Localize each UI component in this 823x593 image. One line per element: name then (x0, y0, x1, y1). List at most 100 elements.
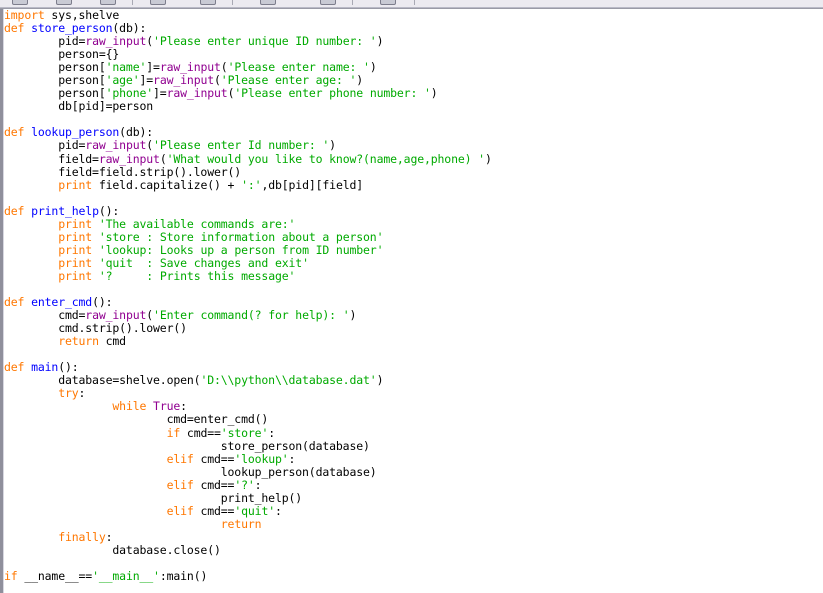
toolbar-separator-3 (352, 0, 353, 5)
code-token-plain: ( (159, 151, 167, 166)
code-line[interactable]: print '? : Prints this message' (4, 269, 492, 283)
code-token-kw: elif (166, 503, 194, 518)
toolbar-button-6[interactable] (260, 0, 276, 5)
code-line[interactable]: db[pid]=person (4, 100, 492, 113)
code-token-str: ':' (241, 177, 262, 192)
code-token-plain: (db): (112, 21, 147, 36)
code-token-str: 'What would you like to know?(name,age,p… (166, 151, 486, 166)
code-token-kw: if (4, 569, 18, 584)
code-token-plain: lookup_person(database) (4, 464, 377, 479)
code-token-bi: raw_input (85, 138, 147, 153)
toolbar-button-8[interactable] (380, 0, 396, 5)
code-token-kw: print (58, 177, 93, 192)
code-token-str: 'Please enter name: ' (227, 60, 370, 75)
code-token-plain: cmd.strip().lower() (4, 321, 187, 336)
code-token-str: 'store : Store information about a perso… (98, 229, 384, 244)
code-token-str: 'Please enter unique ID number: ' (153, 34, 377, 49)
code-token-str: 'name' (105, 60, 147, 75)
code-token-plain: field= (4, 151, 99, 166)
toolbar-separator-2 (232, 0, 233, 5)
code-token-plain: ( (214, 73, 221, 88)
code-token-plain: ) (484, 151, 492, 166)
toolbar-bottom-edge (0, 7, 823, 8)
toolbar-button-5[interactable] (200, 0, 216, 5)
code-token-kw: elif (166, 451, 194, 466)
code-token-def: store_person (31, 21, 113, 36)
code-line[interactable]: print field.capitalize() + ':',db[pid][f… (4, 177, 492, 192)
code-text-area[interactable]: import sys,shelve def store_person(db): p… (4, 9, 823, 593)
code-token-str: '__main__' (92, 569, 160, 584)
code-token-plain: cmd== (193, 451, 235, 466)
code-token-plain: ) (376, 34, 384, 49)
code-token-str: 'Please enter age: ' (220, 73, 357, 88)
code-token-plain: ) (329, 138, 336, 153)
code-token-plain: pid= (4, 34, 86, 49)
code-token-plain: ) (430, 86, 438, 101)
code-token-plain: (): (92, 295, 113, 310)
code-token-plain: : (268, 425, 275, 440)
code-token-kw: print (58, 216, 93, 231)
code-token-plain: ) (349, 308, 357, 323)
code-token-kw: elif (166, 477, 194, 492)
code-token-str: 'lookup: Looks up a person from ID numbe… (98, 242, 384, 257)
code-token-plain: person={} (4, 47, 120, 62)
code-token-str: '?' (234, 477, 255, 492)
toolbar-button-1[interactable] (12, 0, 28, 5)
code-token-kw: return (58, 334, 99, 349)
code-token-plain: (): (98, 203, 120, 218)
code-lines[interactable]: import sys,shelve def store_person(db): p… (4, 9, 492, 583)
code-token-str: 'phone' (105, 86, 154, 101)
code-token-plain: cmd= (4, 308, 86, 323)
code-token-bi: raw_input (153, 73, 215, 88)
code-token-def: enter_cmd (31, 295, 93, 310)
toolbar-separator-4 (414, 0, 415, 5)
code-token-plain: cmd (98, 334, 126, 349)
code-token-plain: : (78, 386, 86, 401)
code-token-bi: raw_input (98, 151, 160, 166)
code-token-def: print_help (31, 203, 99, 218)
code-token-bi: raw_input (166, 86, 228, 101)
code-token-plain: database=shelve.open( (4, 373, 201, 388)
code-token-plain: : (254, 477, 262, 492)
code-line[interactable]: return cmd (4, 335, 492, 348)
code-token-plain: : (275, 503, 282, 518)
code-token-plain: cmd=enter_cmd() (4, 412, 269, 427)
code-token-kw: try (58, 386, 79, 401)
code-token-plain: ,db[pid][field] (261, 177, 364, 192)
code-token-str: 'quit' (234, 503, 275, 518)
code-line[interactable]: if __name__=='__main__':main() (4, 569, 492, 584)
code-token-def: lookup_person (31, 125, 120, 140)
toolbar-button-7[interactable] (320, 0, 336, 5)
code-token-plain: : (180, 399, 187, 414)
code-token-plain: store_person(database) (4, 438, 370, 453)
toolbar-strip[interactable] (0, 0, 823, 9)
code-token-kw: def (4, 21, 25, 36)
code-token-bi: raw_input (159, 60, 221, 75)
code-token-plain: database.close() (4, 542, 221, 557)
toolbar-button-3[interactable] (100, 0, 116, 5)
code-token-kw: def (4, 295, 25, 310)
toolbar-button-4[interactable] (150, 0, 166, 5)
code-token-plain: :main() (159, 569, 208, 584)
code-token-plain: pid= (4, 138, 86, 153)
code-token-str: 'Please enter phone number: ' (234, 86, 431, 101)
code-token-kw: import (4, 9, 45, 22)
code-line[interactable]: database.close() (4, 542, 492, 557)
code-token-kw: print (58, 242, 93, 257)
code-token-plain: field=field.strip().lower() (4, 164, 242, 179)
toolbar-button-2[interactable] (56, 0, 72, 5)
